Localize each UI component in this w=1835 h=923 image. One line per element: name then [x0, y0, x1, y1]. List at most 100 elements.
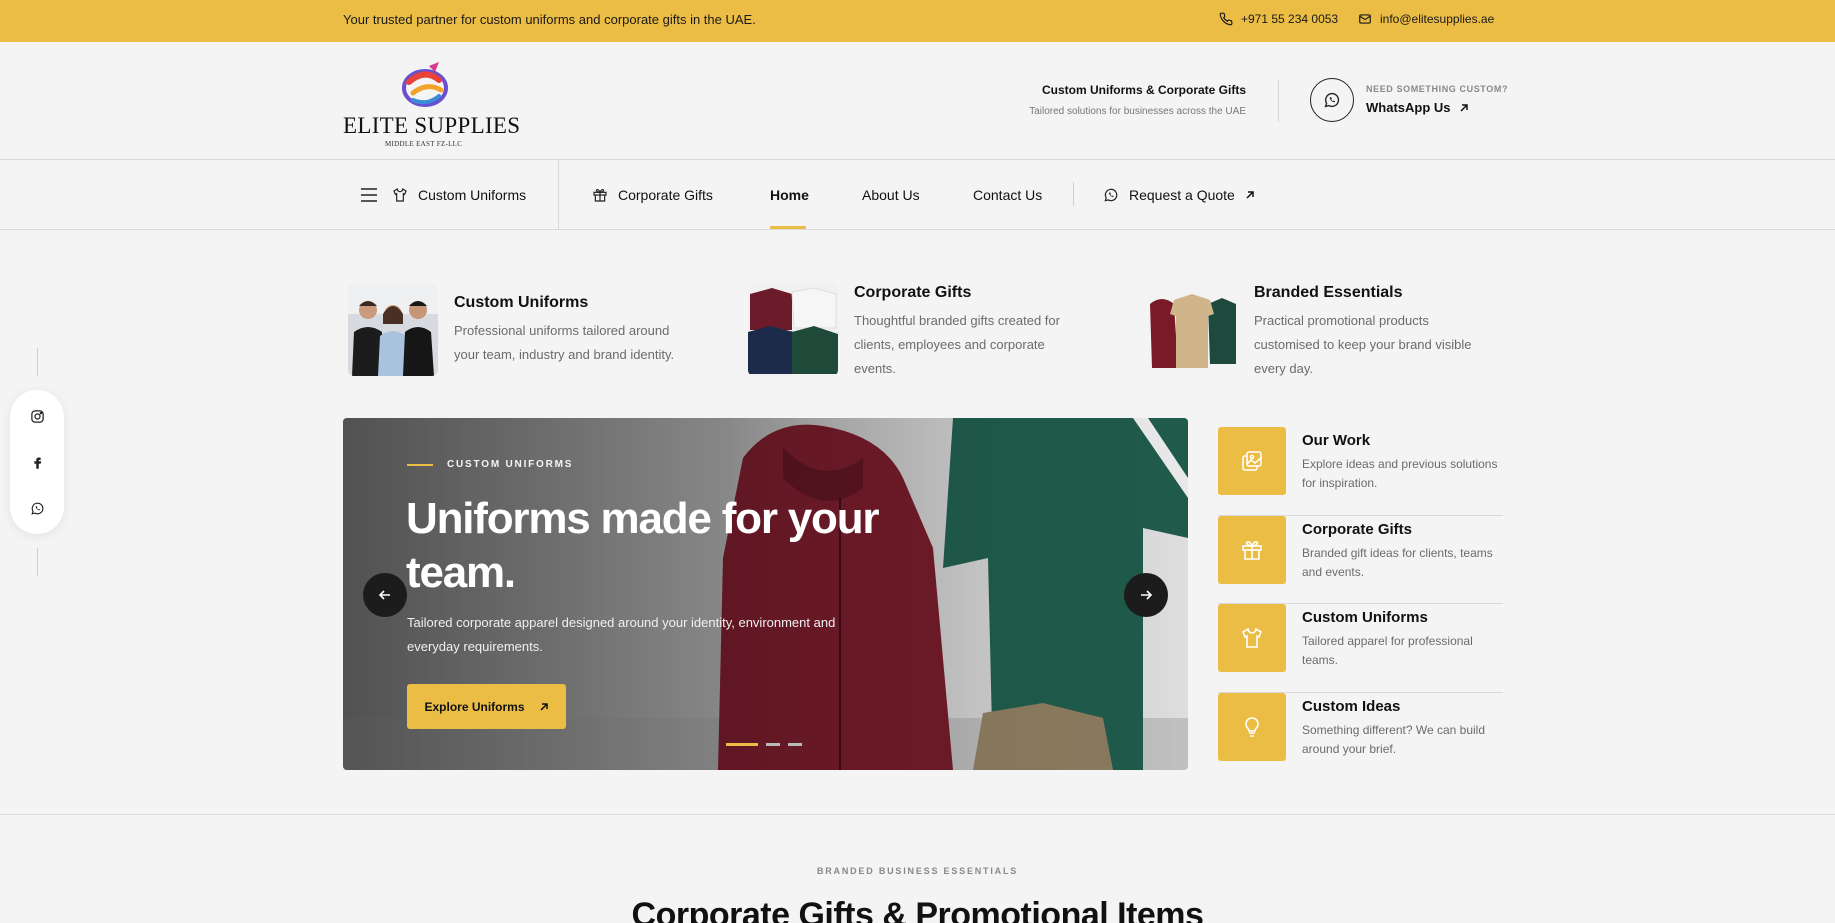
instagram-link[interactable]	[29, 408, 45, 424]
slider-prev-button[interactable]	[363, 573, 407, 617]
top-bar: Your trusted partner for custom uniforms…	[0, 0, 1835, 42]
whatsapp-cta[interactable]: NEED SOMETHING CUSTOM? WhatsApp Us	[1366, 84, 1508, 115]
nav-divider	[558, 160, 559, 229]
header-divider	[1278, 80, 1279, 122]
quick-link-title: Custom Uniforms	[1302, 609, 1428, 626]
category-description: Professional uniforms tailored around yo…	[454, 323, 675, 362]
category-branded-essentials[interactable]: Branded Essentials Practical promotional…	[1148, 284, 1484, 381]
quick-link-corporate-gifts[interactable]: Corporate Gifts Branded gift ideas for c…	[1218, 515, 1503, 604]
header-info: Custom Uniforms & Corporate Gifts Tailor…	[1029, 83, 1246, 117]
nav-custom-uniforms-label: Custom Uniforms	[418, 186, 527, 203]
header-info-subtitle: Tailored solutions for businesses across…	[1029, 106, 1246, 117]
main-nav: Custom Uniforms Corporate Gifts Home Abo…	[0, 160, 1835, 230]
slider-pagination	[726, 743, 802, 746]
section-title: Corporate Gifts & Promotional Items	[631, 896, 1204, 923]
whatsapp-link[interactable]	[29, 500, 45, 516]
quick-links: Our Work Explore ideas and previous solu…	[1218, 427, 1503, 781]
quick-link-title: Custom Ideas	[1302, 697, 1401, 715]
nav-active-indicator	[770, 226, 806, 229]
arrow-left-icon	[378, 590, 390, 600]
category-title: Custom Uniforms	[454, 294, 589, 311]
lightbulb-icon	[1245, 716, 1259, 737]
quick-link-description: Explore ideas and previous solutions for…	[1302, 457, 1498, 490]
nav-corporate-gifts-label: Corporate Gifts	[618, 186, 713, 203]
arrow-up-right-icon	[539, 702, 548, 711]
shirt-icon	[1242, 627, 1262, 648]
hero-eyebrow-label: CUSTOM UNIFORMS	[447, 459, 574, 470]
quick-link-description: Tailored apparel for professional teams.	[1302, 634, 1473, 667]
category-title: Corporate Gifts	[854, 284, 972, 301]
quick-link-description: Branded gift ideas for clients, teams an…	[1302, 545, 1493, 579]
section-divider	[0, 814, 1835, 815]
shirt-icon	[393, 187, 407, 202]
phone-number: +971 55 234 0053	[1241, 12, 1339, 26]
hamburger-icon	[361, 187, 377, 202]
whatsapp-button[interactable]	[1310, 78, 1354, 122]
site-header: ELITE SUPPLIES MIDDLE EAST FZ-LLC Custom…	[0, 42, 1835, 160]
nav-home-label: Home	[770, 186, 809, 203]
nav-home[interactable]: Home	[770, 160, 809, 229]
gallery-icon	[1242, 451, 1262, 471]
email-link[interactable]: info@elitesupplies.ae	[1358, 12, 1494, 26]
nav-corporate-gifts[interactable]: Corporate Gifts	[592, 160, 713, 229]
nav-contact-label: Contact Us	[973, 186, 1043, 203]
explore-uniforms-button[interactable]: Explore Uniforms	[407, 684, 566, 729]
gift-icon	[593, 188, 607, 202]
nav-request-quote[interactable]: Request a Quote	[1103, 160, 1255, 229]
logo-mark-icon	[402, 62, 448, 107]
hero-eyebrow: CUSTOM UNIFORMS	[407, 459, 573, 470]
quick-link-custom-ideas[interactable]: Custom Ideas Something different? We can…	[1218, 692, 1503, 782]
nav-about[interactable]: About Us	[862, 160, 920, 229]
arrow-up-right-icon	[1246, 190, 1254, 199]
nav-custom-uniforms[interactable]: Custom Uniforms	[392, 160, 526, 229]
social-rail-line	[37, 348, 38, 376]
nav-about-label: About Us	[862, 186, 920, 203]
gift-icon	[1242, 540, 1262, 560]
explore-uniforms-label: Explore Uniforms	[424, 699, 525, 714]
slider-next-button[interactable]	[1124, 573, 1168, 617]
facebook-icon	[33, 457, 41, 469]
category-description: Thoughtful branded gifts created for cli…	[854, 313, 1060, 376]
header-info-title: Custom Uniforms & Corporate Gifts	[1041, 83, 1246, 97]
nav-divider-2	[1073, 182, 1074, 206]
social-rail-line	[37, 548, 38, 576]
whatsapp-icon	[1324, 92, 1340, 108]
whatsapp-label: WhatsApp Us	[1366, 100, 1451, 115]
slider-dot[interactable]	[788, 743, 802, 746]
whatsapp-icon	[30, 502, 43, 515]
hero-subtitle: Tailored corporate apparel designed arou…	[407, 615, 836, 654]
category-corporate-gifts[interactable]: Corporate Gifts Thoughtful branded gifts…	[748, 284, 1084, 381]
hero-slider: CUSTOM UNIFORMS Uniforms made for your t…	[343, 418, 1188, 770]
category-custom-uniforms[interactable]: Custom Uniforms Professional uniforms ta…	[348, 284, 694, 376]
slider-dot[interactable]	[766, 743, 780, 746]
phone-icon	[1219, 12, 1233, 26]
nav-request-quote-label: Request a Quote	[1129, 186, 1235, 203]
arrow-right-icon	[1141, 590, 1153, 600]
custom-uniforms-image	[348, 284, 438, 376]
email-address: info@elitesupplies.ae	[1380, 12, 1495, 26]
quick-link-title: Our Work	[1302, 432, 1371, 449]
hero-title: Uniforms made for your team.	[406, 494, 880, 597]
logo-subtitle: MIDDLE EAST FZ-LLC	[385, 140, 463, 148]
menu-button[interactable]	[360, 160, 378, 229]
arrow-up-right-icon	[1459, 103, 1468, 112]
whatsapp-icon	[1104, 188, 1118, 202]
phone-link[interactable]: +971 55 234 0053	[1219, 12, 1338, 26]
nav-contact[interactable]: Contact Us	[973, 160, 1042, 229]
logo-name: ELITE SUPPLIES	[343, 113, 521, 138]
branded-essentials-image	[1148, 284, 1238, 376]
quick-link-description: Something different? We can build around…	[1302, 722, 1486, 756]
category-description: Practical promotional products customise…	[1254, 313, 1472, 376]
top-bar-tagline: Your trusted partner for custom uniforms…	[343, 12, 756, 27]
instagram-icon	[30, 409, 44, 423]
facebook-link[interactable]	[29, 454, 45, 470]
section-eyebrow: BRANDED BUSINESS ESSENTIALS	[816, 866, 1019, 876]
quick-link-title: Corporate Gifts	[1302, 520, 1413, 538]
quick-link-our-work[interactable]: Our Work Explore ideas and previous solu…	[1218, 427, 1503, 516]
category-title: Branded Essentials	[1254, 284, 1403, 301]
corporate-gifts-image	[748, 284, 838, 376]
quick-link-custom-uniforms[interactable]: Custom Uniforms Tailored apparel for pro…	[1218, 604, 1503, 693]
site-logo[interactable]: ELITE SUPPLIES MIDDLE EAST FZ-LLC	[343, 60, 520, 150]
mail-icon	[1359, 14, 1371, 24]
slider-dot[interactable]	[726, 743, 758, 746]
